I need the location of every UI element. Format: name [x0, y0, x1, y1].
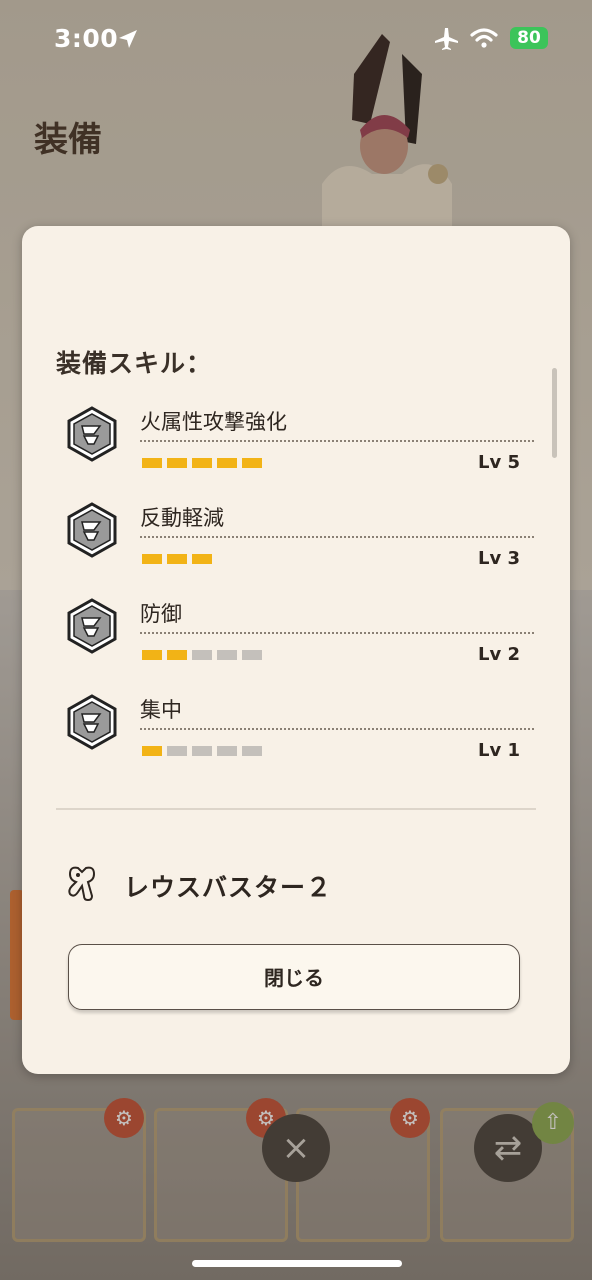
level-bar-empty: [167, 746, 187, 756]
skills-heading: 装備スキル：: [56, 349, 213, 378]
wifi-icon: [470, 28, 498, 48]
skill-name: 集中: [140, 698, 182, 722]
level-bar-filled: [142, 554, 162, 564]
dotted-divider: [140, 440, 534, 442]
airplane-mode-icon: [435, 28, 458, 50]
status-bar: 3:00 80: [0, 0, 592, 80]
skill-level: Lv 3: [478, 548, 520, 569]
location-arrow-icon: [119, 30, 137, 48]
level-bar-empty: [217, 746, 237, 756]
skill-hexagon-icon: [67, 694, 117, 750]
skill-level: Lv 1: [478, 740, 520, 761]
battery-indicator: 80: [510, 27, 548, 49]
skill-name: 火属性攻撃強化: [140, 410, 287, 434]
level-bar-filled: [142, 746, 162, 756]
skill-row: 火属性攻撃強化 Lv 5: [22, 406, 570, 486]
dotted-divider: [140, 728, 534, 730]
level-bar-empty: [192, 650, 212, 660]
skill-level-bars: [142, 746, 267, 758]
equipment-skills-dialog: 装備スキル： 火属性攻撃強化 Lv 5 反動軽減 Lv 3 防御 Lv 2 集中…: [22, 226, 570, 1074]
home-indicator[interactable]: [192, 1260, 402, 1267]
skill-level-bars: [142, 554, 217, 566]
skill-hexagon-icon: [67, 502, 117, 558]
level-bar-filled: [217, 458, 237, 468]
level-bar-filled: [142, 458, 162, 468]
level-bar-empty: [217, 650, 237, 660]
skill-row: 集中 Lv 1: [22, 694, 570, 774]
skill-hexagon-icon: [67, 406, 117, 462]
skill-row: 反動軽減 Lv 3: [22, 502, 570, 582]
skill-name: 反動軽減: [140, 506, 224, 530]
level-bar-filled: [142, 650, 162, 660]
skill-level: Lv 5: [478, 452, 520, 473]
level-bar-filled: [167, 554, 187, 564]
weapon-name: レウスバスター２: [124, 873, 333, 902]
weapon-type-icon: [68, 866, 96, 902]
level-bar-filled: [192, 458, 212, 468]
level-bar-filled: [192, 554, 212, 564]
level-bar-filled: [167, 458, 187, 468]
dotted-divider: [140, 632, 534, 634]
section-divider: [56, 808, 536, 810]
skill-name: 防御: [140, 602, 182, 626]
close-button[interactable]: 閉じる: [68, 944, 520, 1010]
level-bar-empty: [242, 746, 262, 756]
level-bar-filled: [167, 650, 187, 660]
skill-row: 防御 Lv 2: [22, 598, 570, 678]
level-bar-filled: [242, 458, 262, 468]
status-time: 3:00: [54, 24, 119, 53]
skill-level: Lv 2: [478, 644, 520, 665]
dotted-divider: [140, 536, 534, 538]
level-bar-empty: [192, 746, 212, 756]
skill-level-bars: [142, 458, 267, 470]
skill-level-bars: [142, 650, 267, 662]
level-bar-empty: [242, 650, 262, 660]
skill-hexagon-icon: [67, 598, 117, 654]
